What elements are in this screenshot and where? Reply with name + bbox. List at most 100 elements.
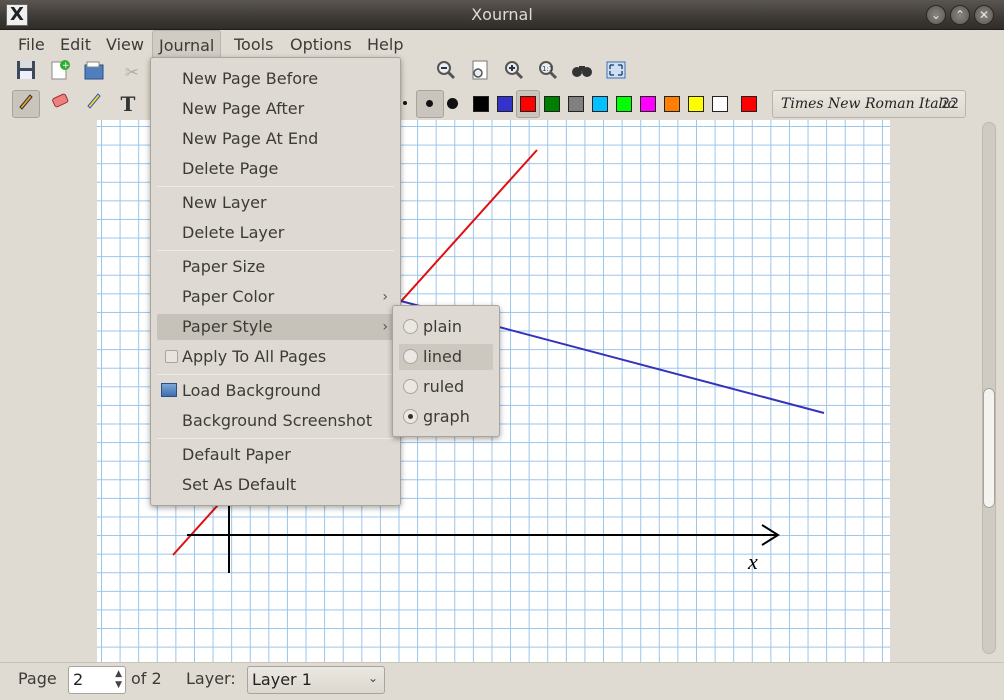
save-icon[interactable] [12,59,40,87]
menu-paper-color-label: Paper Color [182,287,275,306]
page-count-label: of 2 [131,669,162,688]
color-gray-swatch[interactable] [568,96,584,112]
thickness-fine-icon[interactable] [403,101,407,105]
style-lined[interactable]: lined [399,344,493,370]
svg-text:+: + [62,61,70,71]
load-background-icon [161,383,177,397]
menu-background-screenshot[interactable]: Background Screenshot [157,408,394,434]
menu-help[interactable]: Help [367,35,403,54]
menu-new-page-after[interactable]: New Page After [157,96,394,122]
pen-tool-icon[interactable] [12,90,40,118]
menu-delete-page[interactable]: Delete Page [157,156,394,182]
menu-apply-all-label: Apply To All Pages [182,347,327,366]
menu-separator [157,438,394,439]
menu-delete-layer[interactable]: Delete Layer [157,220,394,246]
menu-bar: File Edit View Journal Tools Options Hel… [0,30,1004,58]
vertical-scrollbar[interactable] [980,120,1004,662]
menu-view[interactable]: View [106,35,144,54]
color-white-swatch[interactable] [712,96,728,112]
menu-load-background-label: Load Background [182,381,321,400]
menu-tools[interactable]: Tools [234,35,273,54]
radio-graph[interactable] [403,409,418,424]
svg-text:1:1: 1:1 [542,65,553,73]
page-width-icon[interactable] [466,59,494,87]
style-ruled-label: ruled [423,377,465,396]
menu-new-page-at-end[interactable]: New Page At End [157,126,394,152]
layer-label: Layer: [186,669,236,688]
layer-select[interactable]: Layer 1 ⌄ [247,666,385,694]
xournal-window: X Xournal ⌄ ⌃ ✕ File Edit View Journal T… [0,0,1004,700]
color-lightblue-swatch[interactable] [592,96,608,112]
paper-style-submenu: plain lined ruled graph [392,305,500,437]
menu-separator [157,250,394,251]
chevron-down-icon: ⌄ [367,671,378,685]
zoom-normal-icon[interactable]: 1:1 [534,59,562,87]
maximize-button[interactable]: ⌃ [950,5,970,25]
menu-new-page-before[interactable]: New Page Before [157,66,394,92]
menu-apply-to-all-pages[interactable]: Apply To All Pages [157,344,394,370]
open-background-icon[interactable] [80,59,108,87]
menu-separator [157,186,394,187]
zoom-in-icon[interactable] [500,59,528,87]
minimize-button[interactable]: ⌄ [926,5,946,25]
layer-select-value: Layer 1 [252,670,312,689]
menu-paper-color[interactable]: Paper Color › [157,284,394,310]
color-red-swatch[interactable] [520,96,536,112]
style-plain[interactable]: plain [399,314,493,340]
close-button[interactable]: ✕ [974,5,994,25]
apply-all-checkbox[interactable] [165,350,178,363]
eraser-tool-icon[interactable] [46,90,74,118]
status-bar: Page 2 ▲ ▼ of 2 Layer: Layer 1 ⌄ [0,662,1004,700]
cut-icon[interactable]: ✂ [118,59,146,87]
style-lined-label: lined [423,347,463,366]
radio-plain[interactable] [403,319,418,334]
text-tool-icon[interactable]: T [114,90,142,118]
journal-menu: New Page Before New Page After New Page … [150,57,401,506]
style-graph-label: graph [423,407,470,426]
page-number-value: 2 [73,670,84,689]
zoom-out-icon[interactable] [432,59,460,87]
style-plain-label: plain [423,317,462,336]
font-name: Times New Roman Italic [781,96,956,112]
font-selector-button[interactable]: Times New Roman Italic 22 [772,90,966,118]
fullscreen-icon[interactable] [602,59,630,87]
font-size: 22 [941,96,959,112]
radio-ruled[interactable] [403,379,418,394]
submenu-arrow-icon: › [382,289,388,305]
thickness-thick-icon[interactable] [447,98,458,109]
thickness-medium-icon [426,100,433,107]
menu-paper-style[interactable]: Paper Style › [157,314,394,340]
color-blue-swatch[interactable] [497,96,513,112]
page-label: Page [18,669,57,688]
menu-paper-size[interactable]: Paper Size [157,254,394,280]
title-bar: X Xournal ⌄ ⌃ ✕ [0,0,1004,30]
menu-journal[interactable]: Journal [152,30,222,58]
menu-set-as-default[interactable]: Set As Default [157,472,394,498]
menu-new-layer[interactable]: New Layer [157,190,394,216]
style-graph[interactable]: graph [399,404,493,430]
menu-load-background[interactable]: Load Background [157,378,394,404]
submenu-arrow-icon: › [382,319,388,335]
menu-paper-style-label: Paper Style [182,317,273,336]
style-ruled[interactable]: ruled [399,374,493,400]
spinner-arrows-icon[interactable]: ▲ ▼ [115,669,122,691]
menu-separator [157,374,394,375]
scroll-thumb[interactable] [983,388,995,508]
find-binoculars-icon[interactable] [568,59,596,87]
color-yellow-swatch[interactable] [688,96,704,112]
highlighter-tool-icon[interactable] [80,90,108,118]
color-lightgreen-swatch[interactable] [616,96,632,112]
color-green-swatch[interactable] [544,96,560,112]
menu-options[interactable]: Options [290,35,352,54]
menu-default-paper[interactable]: Default Paper [157,442,394,468]
color-orange-swatch[interactable] [664,96,680,112]
current-color-swatch[interactable] [741,96,757,112]
color-magenta-swatch[interactable] [640,96,656,112]
menu-edit[interactable]: Edit [60,35,91,54]
radio-lined[interactable] [403,349,418,364]
page-number-spinner[interactable]: 2 ▲ ▼ [68,666,126,694]
x-axis-label[interactable]: x [747,549,758,574]
new-page-icon[interactable]: + [46,59,74,87]
color-black-swatch[interactable] [473,96,489,112]
menu-file[interactable]: File [18,35,45,54]
